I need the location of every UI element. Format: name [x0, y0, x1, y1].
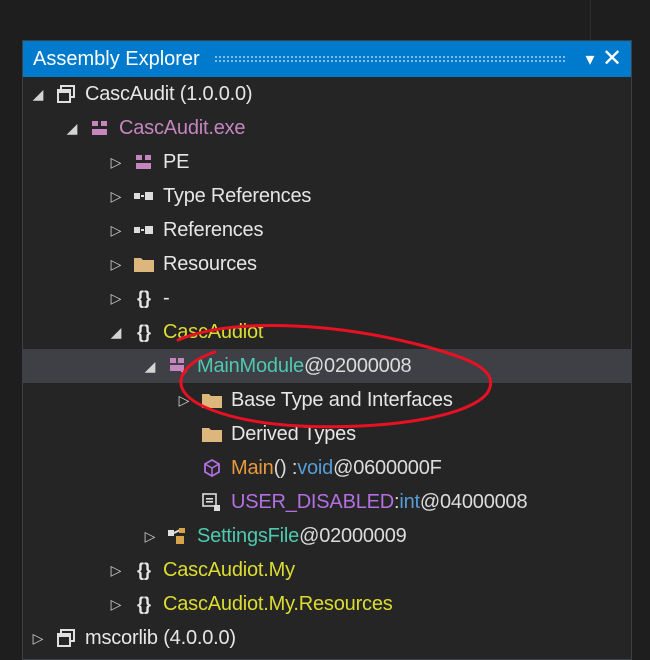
collapsed-arrow-icon[interactable]: ▷ — [107, 188, 125, 205]
pe-icon — [131, 151, 157, 173]
tree-item-label: References — [163, 218, 264, 241]
references-icon — [131, 219, 157, 241]
expanded-arrow-icon[interactable]: ◢ — [29, 86, 47, 103]
tree-item-label: - — [163, 286, 170, 309]
tree-item-derived-types[interactable]: Derived Types — [23, 417, 631, 451]
token-label: @02000008 — [303, 354, 412, 377]
tree-item-empty-namespace[interactable]: ▷ {} - — [23, 281, 631, 315]
tree-item-label: SettingsFile — [197, 524, 300, 547]
tree-item-settingsfile[interactable]: ▷ SettingsFile @02000009 — [23, 519, 631, 553]
tree-item-cascaudit-exe[interactable]: ◢ CascAudit.exe — [23, 111, 631, 145]
tree-item-main-method[interactable]: Main() : void @0600000F — [23, 451, 631, 485]
expanded-arrow-icon[interactable]: ◢ — [63, 120, 81, 137]
collapsed-arrow-icon[interactable]: ▷ — [107, 596, 125, 613]
module-icon — [87, 117, 113, 139]
tree-item-pe[interactable]: ▷ PE — [23, 145, 631, 179]
close-icon[interactable]: ✕ — [601, 47, 623, 71]
token-label: @04000008 — [419, 490, 528, 513]
tree-item-label: MainModule — [197, 354, 304, 377]
field-type: int — [399, 490, 420, 513]
tree-item-label: Base Type and Interfaces — [231, 388, 453, 411]
tree-item-label: CascAudiot.My — [163, 558, 295, 581]
tree-item-references[interactable]: ▷ References — [23, 213, 631, 247]
expanded-arrow-icon[interactable]: ◢ — [107, 324, 125, 341]
tree-item-cascaudit-assembly[interactable]: ◢ CascAudit (1.0.0.0) — [23, 77, 631, 111]
tree-item-label: Derived Types — [231, 422, 356, 445]
method-signature: () : — [273, 456, 298, 479]
method-icon — [199, 457, 225, 479]
tree-item-cascaudiot-namespace[interactable]: ◢ {} CascAudiot — [23, 315, 631, 349]
tree-item-base-types[interactable]: ▷ Base Type and Interfaces — [23, 383, 631, 417]
tree-item-cascaudiot-my[interactable]: ▷ {} CascAudiot.My — [23, 553, 631, 587]
dropdown-arrow-icon[interactable]: ▾ — [579, 49, 601, 70]
namespace-icon: {} — [136, 321, 151, 342]
token-label: @02000009 — [299, 524, 407, 547]
tree-item-label: CascAudit (1.0.0.0) — [85, 82, 253, 105]
assembly-icon — [53, 627, 79, 649]
field-name: USER_DISABLED — [231, 490, 395, 513]
collapsed-arrow-icon[interactable]: ▷ — [29, 630, 47, 647]
tree-item-label: CascAudiot.My.Resources — [163, 592, 393, 615]
tree-item-resources[interactable]: ▷ Resources — [23, 247, 631, 281]
tree-item-label: mscorlib (4.0.0.0) — [85, 626, 236, 649]
namespace-icon: {} — [136, 559, 151, 580]
namespace-icon: {} — [136, 287, 151, 308]
folder-icon — [199, 423, 225, 445]
collapsed-arrow-icon[interactable]: ▷ — [107, 290, 125, 307]
tree-item-label: CascAudiot — [163, 320, 264, 343]
references-icon — [131, 185, 157, 207]
field-icon — [199, 491, 225, 513]
return-type: void — [297, 456, 334, 479]
divider — [590, 0, 591, 40]
collapsed-arrow-icon[interactable]: ▷ — [107, 562, 125, 579]
tree-item-mainmodule[interactable]: ◢ MainModule @02000008 — [23, 349, 631, 383]
tree-item-label: Type References — [163, 184, 312, 207]
collapsed-arrow-icon[interactable]: ▷ — [175, 392, 193, 409]
folder-icon — [131, 253, 157, 275]
collapsed-arrow-icon[interactable]: ▷ — [107, 222, 125, 239]
class-settings-icon — [165, 525, 191, 547]
tree-item-label: PE — [163, 150, 190, 173]
assembly-explorer-panel: Assembly Explorer ▾ ✕ ◢ CascAudit (1.0.0… — [22, 40, 632, 660]
class-icon — [165, 355, 191, 377]
panel-title: Assembly Explorer — [33, 47, 200, 70]
expanded-arrow-icon[interactable]: ◢ — [141, 358, 159, 375]
title-bar-grip[interactable] — [213, 55, 565, 63]
collapsed-arrow-icon[interactable]: ▷ — [107, 256, 125, 273]
tree-item-label: Resources — [163, 252, 257, 275]
collapsed-arrow-icon[interactable]: ▷ — [107, 154, 125, 171]
collapsed-arrow-icon[interactable]: ▷ — [141, 528, 159, 545]
method-name: Main — [231, 456, 274, 479]
folder-icon — [199, 389, 225, 411]
assembly-icon — [53, 83, 79, 105]
token-label: @0600000F — [333, 456, 442, 479]
tree-item-user-disabled-field[interactable]: USER_DISABLED : int @04000008 — [23, 485, 631, 519]
panel-title-bar[interactable]: Assembly Explorer ▾ ✕ — [23, 41, 631, 77]
tree-item-mscorlib[interactable]: ▷ mscorlib (4.0.0.0) — [23, 621, 631, 655]
tree-item-label: CascAudit.exe — [119, 116, 246, 139]
namespace-icon: {} — [136, 593, 151, 614]
tree-item-type-references[interactable]: ▷ Type References — [23, 179, 631, 213]
tree-item-cascaudiot-my-resources[interactable]: ▷ {} CascAudiot.My.Resources — [23, 587, 631, 621]
background-strip — [0, 0, 650, 40]
